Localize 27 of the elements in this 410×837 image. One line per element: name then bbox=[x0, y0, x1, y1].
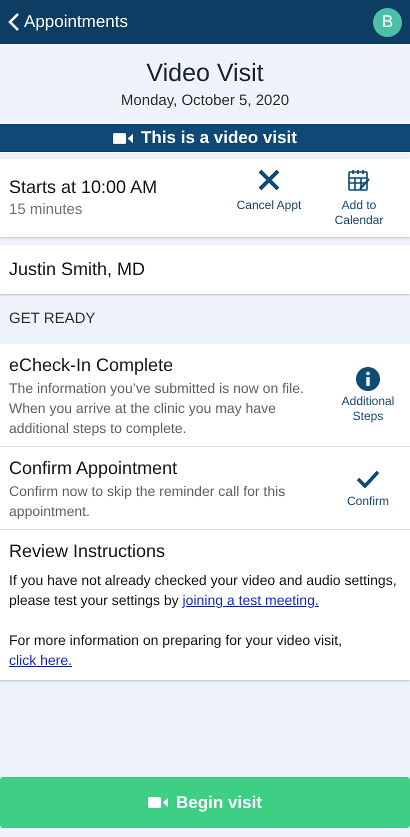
page-title: Video Visit bbox=[146, 58, 264, 89]
step-description: Confirm now to skip the reminder call for this appointment. bbox=[9, 482, 286, 521]
step-action-button[interactable]: Confirm bbox=[334, 467, 402, 509]
step-action-button[interactable]: Additional Steps bbox=[334, 366, 402, 424]
step-title: eCheck-In Complete bbox=[9, 354, 174, 377]
back-button[interactable]: Appointments bbox=[8, 9, 128, 35]
step-description: The information you’ve submitted is now on file. When you arrive at the clinic you may have additional steps to complete. bbox=[9, 379, 305, 438]
link[interactable]: joining a test meeting. bbox=[182, 592, 319, 608]
instructions-paragraph: For more information on preparing for your video visit, click here. bbox=[9, 631, 344, 670]
close-icon bbox=[257, 168, 281, 192]
start-time: Starts at 10:00 AM bbox=[9, 176, 158, 199]
back-chevron-icon bbox=[8, 12, 20, 32]
banner-text: This is a video visit bbox=[141, 127, 297, 150]
action-button[interactable]: Add to Calendar bbox=[320, 168, 398, 228]
instructions-paragraph: If you have not already checked your video and audio settings, please test your settings by joining a test meeting. bbox=[9, 571, 398, 610]
video-camera-icon bbox=[148, 796, 168, 809]
section-heading: GET READY bbox=[9, 308, 96, 329]
provider-name: Justin Smith, MD bbox=[9, 258, 146, 281]
instructions-title: Review Instructions bbox=[9, 540, 166, 563]
video-camera-icon bbox=[113, 132, 134, 144]
date-text: Monday, October 5, 2020 bbox=[120, 91, 290, 111]
action-button[interactable]: Cancel Appt bbox=[230, 168, 308, 213]
info-icon bbox=[356, 366, 380, 390]
duration-text: 15 minutes bbox=[9, 200, 84, 220]
step-title: Confirm Appointment bbox=[9, 457, 178, 480]
calendar-icon bbox=[347, 168, 371, 192]
link[interactable]: click here. bbox=[9, 652, 72, 668]
